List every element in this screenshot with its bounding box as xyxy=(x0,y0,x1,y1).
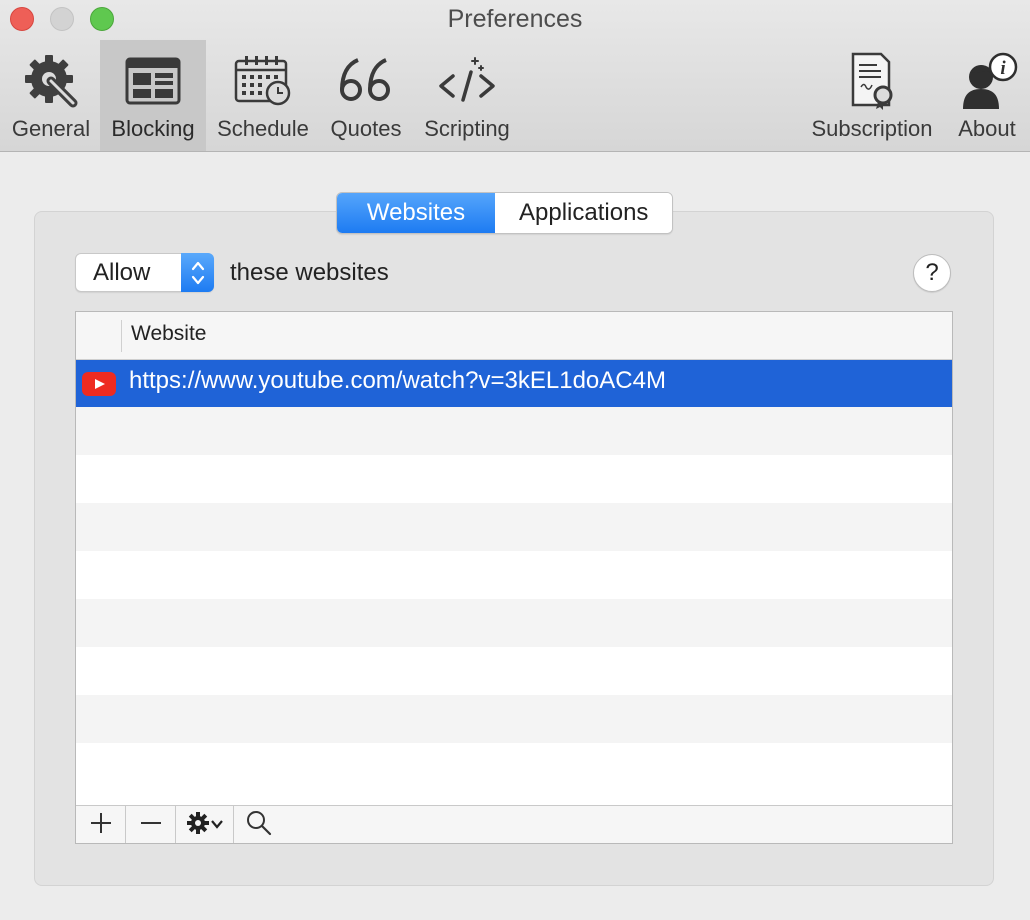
mode-popup-button[interactable]: Allow xyxy=(75,253,214,292)
window-title: Preferences xyxy=(447,5,583,33)
column-header-website[interactable]: Website xyxy=(131,322,206,346)
empty-table-row xyxy=(76,503,952,551)
svg-text:i: i xyxy=(1000,58,1006,79)
gear-icon xyxy=(186,811,210,840)
browser-window-icon xyxy=(113,40,193,122)
tab-applications[interactable]: Applications xyxy=(495,193,673,233)
table-footer-toolbar xyxy=(76,805,952,843)
toolbar-item-about[interactable]: i About xyxy=(952,40,1022,151)
empty-table-row xyxy=(76,407,952,455)
chevron-down-icon xyxy=(210,816,224,834)
table-body: https://www.youtube.com/watch?v=3kEL1doA… xyxy=(76,360,952,805)
toolbar-item-label: Schedule xyxy=(217,116,309,141)
certificate-icon xyxy=(832,40,912,122)
empty-table-row xyxy=(76,695,952,743)
table-header: Website xyxy=(76,312,952,360)
window-toolbar: Preferences General Blocking Schedule Qu… xyxy=(0,0,1030,152)
plus-icon xyxy=(89,811,113,840)
minus-icon xyxy=(139,811,163,840)
table-row[interactable]: https://www.youtube.com/watch?v=3kEL1doA… xyxy=(76,360,952,407)
quote-marks-icon xyxy=(326,40,406,122)
empty-table-row xyxy=(76,743,952,791)
websites-table: Website https://www.youtube.com/watch?v=… xyxy=(75,311,953,844)
tab-websites[interactable]: Websites xyxy=(337,193,495,233)
toolbar-item-scripting[interactable]: Scripting xyxy=(416,40,518,151)
toolbar-item-quotes[interactable]: Quotes xyxy=(324,40,408,151)
rule-description-label: these websites xyxy=(230,259,389,286)
up-down-chevron-icon xyxy=(181,253,214,292)
youtube-icon xyxy=(82,372,116,396)
toolbar-item-label: About xyxy=(958,116,1016,141)
code-icon xyxy=(427,40,507,122)
toolbar-item-label: Subscription xyxy=(811,116,933,141)
toolbar-item-general[interactable]: General xyxy=(4,40,98,151)
search-button[interactable] xyxy=(234,806,284,843)
remove-website-button[interactable] xyxy=(126,806,176,843)
help-button[interactable]: ? xyxy=(913,254,951,292)
blocking-type-segmented-control: Websites Applications xyxy=(336,192,674,234)
empty-table-row xyxy=(76,647,952,695)
toolbar-item-label: Scripting xyxy=(424,116,510,141)
person-info-icon: i xyxy=(947,40,1027,122)
toolbar-item-schedule[interactable]: Schedule xyxy=(212,40,314,151)
toolbar-item-subscription[interactable]: Subscription xyxy=(804,40,940,151)
column-divider xyxy=(121,320,122,352)
action-menu-button[interactable] xyxy=(176,806,234,843)
gear-wrench-icon xyxy=(11,40,91,122)
add-website-button[interactable] xyxy=(76,806,126,843)
website-url: https://www.youtube.com/watch?v=3kEL1doA… xyxy=(129,367,666,394)
mode-popup-value: Allow xyxy=(93,259,151,286)
calendar-clock-icon xyxy=(223,40,303,122)
empty-table-row xyxy=(76,551,952,599)
empty-table-row xyxy=(76,599,952,647)
toolbar-item-label: General xyxy=(11,116,91,141)
toolbar-item-label: Blocking xyxy=(111,116,195,141)
empty-table-row xyxy=(76,455,952,503)
search-icon xyxy=(246,810,272,841)
toolbar-item-blocking[interactable]: Blocking xyxy=(100,40,206,151)
toolbar-item-label: Quotes xyxy=(330,116,402,141)
